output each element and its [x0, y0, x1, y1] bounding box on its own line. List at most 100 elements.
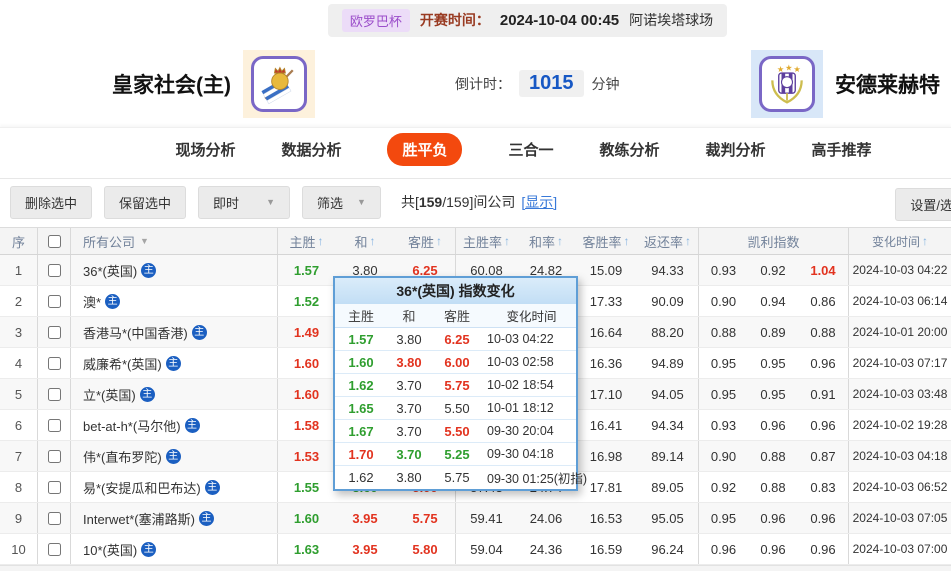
- kelly-cell: 0.95: [698, 348, 748, 378]
- row-checkbox[interactable]: [48, 543, 61, 556]
- home-odds-cell[interactable]: 1.60: [277, 503, 335, 533]
- popup-row: 1.703.705.2509-30 04:18: [335, 443, 576, 466]
- company-name: 10*(英国): [83, 540, 137, 559]
- tab-expert-picks[interactable]: 高手推荐: [812, 139, 872, 160]
- row-checkbox[interactable]: [48, 357, 61, 370]
- kelly-cell: 0.96: [748, 410, 798, 440]
- popup-row: 1.653.705.5010-01 18:12: [335, 397, 576, 420]
- home-odds-cell[interactable]: 1.58: [277, 410, 335, 440]
- home-odds-cell[interactable]: 1.49: [277, 317, 335, 347]
- draw-odds-cell[interactable]: 3.95: [335, 534, 395, 564]
- company-cell[interactable]: 威廉希*(英国)主: [70, 348, 277, 378]
- company-cell[interactable]: 易*(安提瓜和巴布达)主: [70, 472, 277, 502]
- team-header: 皇家社会(主) 倒计时： 1015 分钟: [0, 40, 951, 127]
- sort-up-icon: ↑: [504, 234, 510, 248]
- header-company[interactable]: 所有公司 ▼: [70, 228, 277, 254]
- row-checkbox-cell: [37, 348, 70, 378]
- tab-coach-analysis[interactable]: 教练分析: [600, 139, 660, 160]
- popup-draw-odds: 3.80: [387, 355, 431, 370]
- chevron-down-icon: ▼: [357, 197, 366, 207]
- header-home-odds[interactable]: 主胜↑: [277, 228, 335, 254]
- sort-up-icon: ↑: [370, 234, 376, 248]
- home-badge-icon: 主: [166, 356, 181, 371]
- home-badge-icon: 主: [185, 418, 200, 433]
- sort-up-icon: ↑: [685, 234, 691, 248]
- company-cell[interactable]: 香港马*(中国香港)主: [70, 317, 277, 347]
- tab-win-draw-lose[interactable]: 胜平负: [387, 133, 462, 166]
- popup-away-odds: 5.25: [431, 447, 483, 462]
- popup-change-time: 09-30 04:18: [483, 447, 576, 461]
- home-odds-cell[interactable]: 1.63: [277, 534, 335, 564]
- company-cell[interactable]: bet-at-h*(马尔他)主: [70, 410, 277, 440]
- keep-selected-button[interactable]: 保留选中: [104, 186, 186, 219]
- tab-referee-analysis[interactable]: 裁判分析: [706, 139, 766, 160]
- home-odds-cell[interactable]: 1.60: [277, 348, 335, 378]
- odds-mode-dropdown[interactable]: 即时 ▼: [198, 186, 290, 219]
- row-checkbox[interactable]: [48, 326, 61, 339]
- match-info-pill: 欧罗巴杯 开赛时间： 2024-10-04 00:45 阿诺埃塔球场: [328, 4, 727, 37]
- kelly-cell: 0.95: [748, 379, 798, 409]
- row-checkbox[interactable]: [48, 419, 61, 432]
- home-rate-cell: 59.41: [455, 503, 517, 533]
- row-checkbox[interactable]: [48, 388, 61, 401]
- tab-three-in-one[interactable]: 三合一: [508, 139, 553, 160]
- tab-data-analysis[interactable]: 数据分析: [281, 139, 341, 160]
- row-checkbox[interactable]: [48, 512, 61, 525]
- delete-selected-button[interactable]: 删除选中: [10, 186, 92, 219]
- home-odds-cell[interactable]: 1.57: [277, 255, 335, 285]
- row-checkbox[interactable]: [48, 295, 61, 308]
- header-home-rate[interactable]: 主胜率↑: [455, 228, 517, 254]
- home-odds-cell[interactable]: 1.55: [277, 472, 335, 502]
- row-checkbox-cell: [37, 441, 70, 471]
- company-cell[interactable]: 36*(英国)主: [70, 255, 277, 285]
- row-checkbox[interactable]: [48, 450, 61, 463]
- header-change-time[interactable]: 变化时间↑: [848, 228, 951, 254]
- company-cell[interactable]: Interwet*(塞浦路斯)主: [70, 503, 277, 533]
- kelly-cell: 0.96: [698, 534, 748, 564]
- header-payout-rate[interactable]: 返还率↑: [637, 228, 698, 254]
- kelly-cell: 0.92: [748, 255, 798, 285]
- away-odds-cell[interactable]: 5.80: [395, 534, 455, 564]
- popup-row: 1.623.805.7509-30 01:25(初指): [335, 466, 576, 489]
- company-cell[interactable]: 澳*主: [70, 286, 277, 316]
- popup-header-away: 客胜: [431, 306, 483, 325]
- select-all-checkbox[interactable]: [48, 235, 61, 248]
- company-cell[interactable]: 立*(英国)主: [70, 379, 277, 409]
- filter-dropdown[interactable]: 筛选 ▼: [302, 186, 381, 219]
- tab-live-analysis[interactable]: 现场分析: [175, 139, 235, 160]
- header-draw-rate[interactable]: 和率↑: [517, 228, 575, 254]
- header-away-rate[interactable]: 客胜率↑: [575, 228, 637, 254]
- company-cell[interactable]: 10*(英国)主: [70, 534, 277, 564]
- row-checkbox[interactable]: [48, 264, 61, 277]
- row-checkbox[interactable]: [48, 481, 61, 494]
- kelly-cell: 0.96: [748, 503, 798, 533]
- payout-rate-cell: 95.05: [637, 503, 698, 533]
- draw-odds-cell[interactable]: 3.95: [335, 503, 395, 533]
- home-team-logo: [243, 50, 315, 118]
- kelly-cell: 0.92: [698, 472, 748, 502]
- home-odds-cell[interactable]: 1.60: [277, 379, 335, 409]
- away-rate-cell: 16.41: [575, 410, 637, 440]
- league-badge: 欧罗巴杯: [342, 9, 410, 32]
- home-odds-cell[interactable]: 1.52: [277, 286, 335, 316]
- show-link[interactable]: [显示]: [521, 192, 557, 212]
- away-odds-cell[interactable]: 5.75: [395, 503, 455, 533]
- popup-draw-odds: 3.70: [387, 401, 431, 416]
- company-cell[interactable]: 伟*(直布罗陀)主: [70, 441, 277, 471]
- settings-select-button[interactable]: 设置/选择: [895, 188, 951, 221]
- change-time-cell: 2024-10-03 04:22: [848, 255, 951, 285]
- away-rate-cell: 17.10: [575, 379, 637, 409]
- payout-rate-cell: 94.34: [637, 410, 698, 440]
- away-crest-icon: ★ ★ ★: [759, 56, 815, 112]
- next-row-sliver: [0, 565, 951, 571]
- change-time-cell: 2024-10-03 07:17: [848, 348, 951, 378]
- home-crest-icon: [251, 56, 307, 112]
- home-team-name: 皇家社会(主): [112, 69, 231, 99]
- popup-home-odds: 1.62: [335, 378, 387, 393]
- header-away-odds[interactable]: 客胜↑: [395, 228, 455, 254]
- row-checkbox-cell: [37, 410, 70, 440]
- home-odds-cell[interactable]: 1.53: [277, 441, 335, 471]
- header-draw-odds[interactable]: 和↑: [335, 228, 395, 254]
- home-rate-cell: 59.04: [455, 534, 517, 564]
- payout-rate-cell: 94.33: [637, 255, 698, 285]
